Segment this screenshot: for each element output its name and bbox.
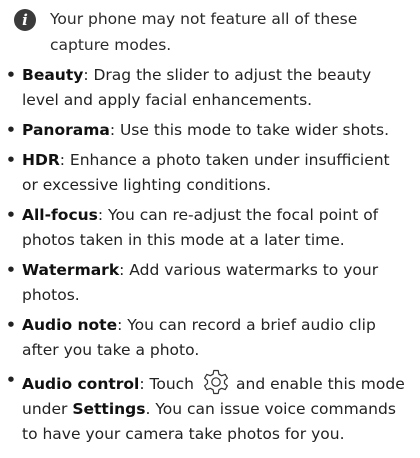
list-item-audio-note: • Audio note: You can record a brief aud… [6,313,410,363]
bullet: • [6,121,16,139]
bullet: • [6,151,16,169]
item-term: Audio note [22,316,118,334]
list-item-hdr: • HDR: Enhance a photo taken under insuf… [6,148,410,198]
item-term: Panorama [22,121,110,139]
settings-label: Settings [72,400,146,418]
capture-modes-list: • Beauty: Drag the slider to adjust the … [6,63,410,458]
list-item-panorama: • Panorama: Use this mode to take wider … [6,118,410,143]
list-item-audio-control: • Audio control: Touch and enable this m… [6,368,410,447]
bullet: • [6,66,16,84]
bullet: • [6,371,16,389]
list-item-beauty: • Beauty: Drag the slider to adjust the … [6,63,410,113]
item-term: Beauty [22,66,84,84]
item-term: All-focus [22,206,98,224]
bullet: • [6,206,16,224]
list-item-all-focus: • All-focus: You can re-adjust the focal… [6,203,410,253]
item-term: Watermark [22,261,120,279]
bullet: • [6,316,16,334]
item-term: HDR [22,151,60,169]
item-term: Audio control [22,375,140,393]
settings-gear-icon [204,369,229,395]
item-text: : Touch [139,375,195,393]
note-box: i Your phone may not feature all of thes… [14,6,414,58]
bullet: • [6,261,16,279]
note-text: Your phone may not feature all of these … [50,10,358,54]
item-text: : Enhance a photo taken under insufficie… [22,151,390,194]
info-icon: i [14,9,36,31]
list-item-watermark: • Watermark: Add various watermarks to y… [6,258,410,308]
item-text: : Use this mode to take wider shots. [109,121,390,139]
